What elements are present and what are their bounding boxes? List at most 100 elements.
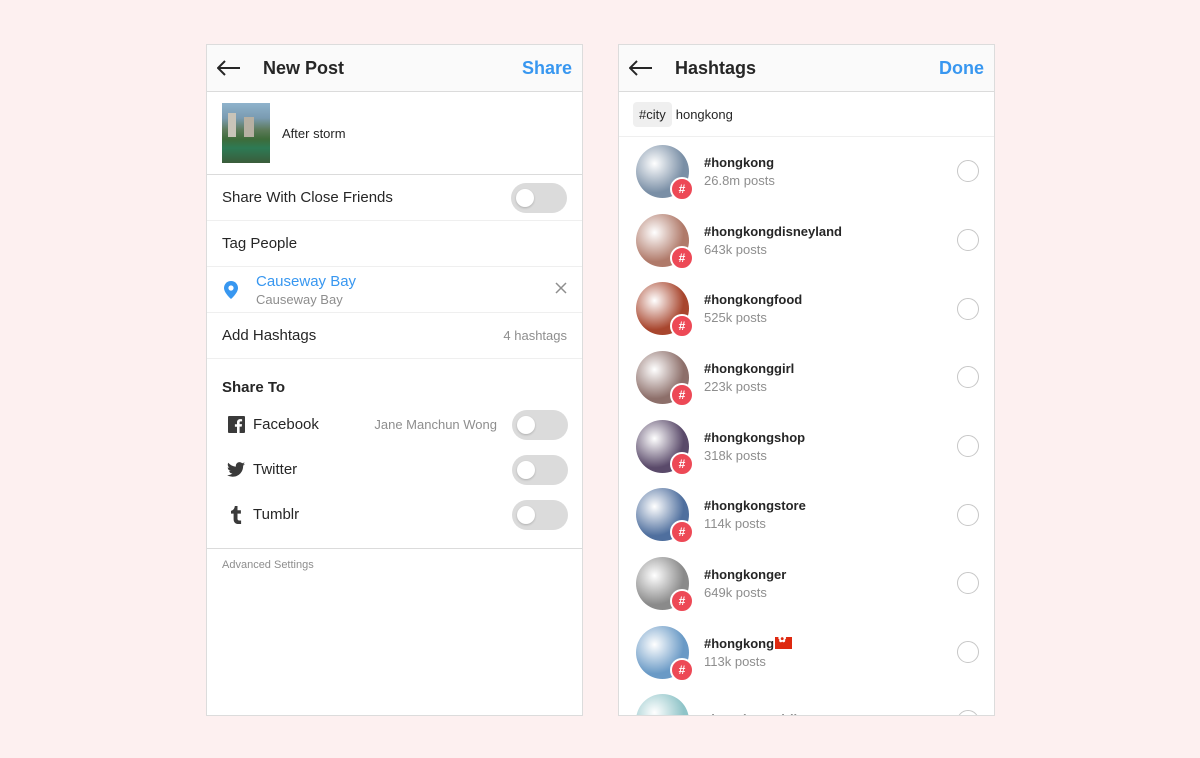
facebook-toggle[interactable]: [512, 409, 568, 440]
hashtag-text: #hongkongshop 318k posts: [704, 430, 957, 463]
hashtag-badge-icon: #: [670, 382, 694, 407]
hashtag-badge-icon: #: [670, 245, 694, 270]
page-title: New Post: [263, 57, 345, 78]
hashtag-name: #hongkongdisneyland: [704, 224, 957, 239]
hashtag-post-count: 525k posts: [704, 310, 767, 326]
hashtag-badge-icon: #: [670, 588, 694, 613]
hashtag-name: #hongkongstore: [704, 498, 957, 513]
hashtag-post-count: 643k posts: [704, 241, 767, 257]
hashtag-avatar: #: [636, 488, 694, 545]
back-arrow-icon[interactable]: [629, 58, 655, 78]
toggle-knob: [517, 415, 535, 434]
tag-people-label: Tag People: [222, 235, 298, 252]
close-friends-toggle[interactable]: [511, 182, 567, 213]
hashtag-name: #hongkong: [704, 634, 957, 651]
location-name: Causeway Bay: [256, 272, 357, 290]
hashtag-name-text: #hongkongshop: [704, 429, 806, 445]
facebook-icon: [227, 416, 245, 434]
hashtag-text: #hongkong 113k posts: [704, 634, 957, 669]
add-hashtags-row[interactable]: Add Hashtags 4 hashtags: [207, 313, 582, 359]
tumblr-toggle[interactable]: [512, 499, 568, 530]
hashtag-text: #hongkongfood 525k posts: [704, 292, 957, 325]
hashtag-badge-icon: #: [670, 314, 694, 339]
hashtag-text: #hongkongdisneyland 643k posts: [704, 224, 957, 257]
hashtag-name: #hongkong: [704, 155, 957, 170]
hong-kong-flag-icon: [775, 634, 793, 650]
hashtag-text: #hongkongairlines: [704, 712, 957, 715]
back-arrow-icon[interactable]: [217, 58, 243, 78]
hashtag-list-item[interactable]: # #hongkongdisneyland 643k posts: [619, 206, 994, 275]
share-twitter-row: Twitter: [207, 447, 582, 492]
hashtag-list: # #hongkong 26.8m posts # #hongkongdisneylan…: [619, 137, 994, 715]
select-radio-button[interactable]: [957, 641, 979, 664]
close-friends-label: Share With Close Friends: [222, 189, 393, 206]
hashtag-list-item[interactable]: # #hongkongairlines: [619, 687, 994, 715]
hashtag-name-text: #hongkongstore: [704, 498, 806, 514]
select-radio-button[interactable]: [957, 160, 979, 183]
twitter-toggle[interactable]: [512, 454, 568, 485]
hashtag-name: #hongkonger: [704, 567, 957, 582]
hashtag-avatar: #: [636, 419, 694, 476]
hashtag-name: #hongkongfood: [704, 292, 957, 307]
hashtag-name-text: #hongkongdisneyland: [704, 223, 842, 239]
twitter-icon: [227, 461, 245, 479]
share-to-title: Share To: [222, 379, 286, 396]
done-button[interactable]: Done: [939, 58, 984, 79]
close-friends-row: Share With Close Friends: [207, 175, 582, 221]
share-button[interactable]: Share: [522, 58, 572, 79]
advanced-settings-link[interactable]: Advanced Settings: [207, 549, 582, 581]
hashtag-list-item[interactable]: # #hongkonger 649k posts: [619, 549, 994, 618]
hashtag-list-item[interactable]: # #hongkong 113k posts: [619, 618, 994, 687]
share-facebook-row: Facebook Jane Manchun Wong: [207, 402, 582, 447]
caption-input[interactable]: After storm: [282, 126, 346, 141]
tumblr-icon: [227, 505, 245, 524]
select-radio-button[interactable]: [957, 709, 979, 715]
hashtag-avatar: #: [636, 282, 694, 339]
select-radio-button[interactable]: [957, 366, 979, 389]
hashtag-avatar: #: [636, 556, 694, 613]
new-post-screen: New Post Share After storm Share With Cl…: [206, 44, 583, 716]
hashtag-badge-icon: #: [670, 176, 694, 201]
hashtag-text: #hongkongstore 114k posts: [704, 498, 957, 531]
hashtag-list-item[interactable]: # #hongkongstore 114k posts: [619, 480, 994, 549]
hashtag-list-item[interactable]: # #hongkongshop 318k posts: [619, 412, 994, 481]
hashtag-post-count: 113k posts: [704, 653, 766, 669]
hashtag-post-count: 223k posts: [704, 378, 767, 394]
hashtag-name-text: #hongkong: [704, 154, 775, 170]
location-row[interactable]: Causeway Bay Causeway Bay: [207, 267, 582, 313]
hashtag-list-item[interactable]: # #hongkong 26.8m posts: [619, 137, 994, 206]
hashtag-search-bar[interactable]: #city hongkong: [619, 92, 994, 137]
select-radio-button[interactable]: [957, 503, 979, 526]
hashtag-text: #hongkonggirl 223k posts: [704, 361, 957, 394]
hashtags-header: Hashtags Done: [619, 45, 994, 92]
post-thumbnail[interactable]: [222, 103, 270, 163]
hashtag-avatar: #: [636, 694, 689, 715]
hashtags-screen: Hashtags Done #city hongkong # #hongkong 2…: [618, 44, 995, 716]
hashtag-post-count: 26.8m posts: [704, 172, 775, 188]
hashtag-name-text: #hongkong: [704, 635, 775, 651]
select-radio-button[interactable]: [957, 297, 979, 320]
hashtag-text: #hongkong 26.8m posts: [704, 155, 957, 188]
search-input[interactable]: hongkong: [676, 107, 733, 122]
toggle-knob: [516, 188, 534, 207]
select-radio-button[interactable]: [957, 572, 979, 595]
hashtag-avatar: #: [636, 213, 694, 270]
twitter-label: Twitter: [253, 461, 298, 478]
toggle-knob: [517, 505, 535, 524]
select-radio-button[interactable]: [957, 229, 979, 252]
tumblr-label: Tumblr: [253, 506, 300, 523]
tag-people-row[interactable]: Tag People: [207, 221, 582, 267]
remove-location-icon[interactable]: [555, 281, 567, 299]
hashtag-chip[interactable]: #city: [633, 101, 672, 127]
hashtag-avatar: #: [636, 144, 694, 201]
hashtag-name-text: #hongkonger: [704, 566, 787, 582]
hashtag-post-count: 318k posts: [704, 447, 767, 463]
select-radio-button[interactable]: [957, 435, 979, 458]
share-tumblr-row: Tumblr: [207, 492, 582, 537]
hashtag-avatar: #: [636, 350, 694, 407]
hashtag-list-item[interactable]: # #hongkongfood 525k posts: [619, 274, 994, 343]
facebook-account: Jane Manchun Wong: [374, 417, 497, 432]
hashtag-name: #hongkongairlines: [704, 712, 957, 715]
hashtag-name: #hongkonggirl: [704, 361, 957, 376]
hashtag-list-item[interactable]: # #hongkonggirl 223k posts: [619, 343, 994, 412]
